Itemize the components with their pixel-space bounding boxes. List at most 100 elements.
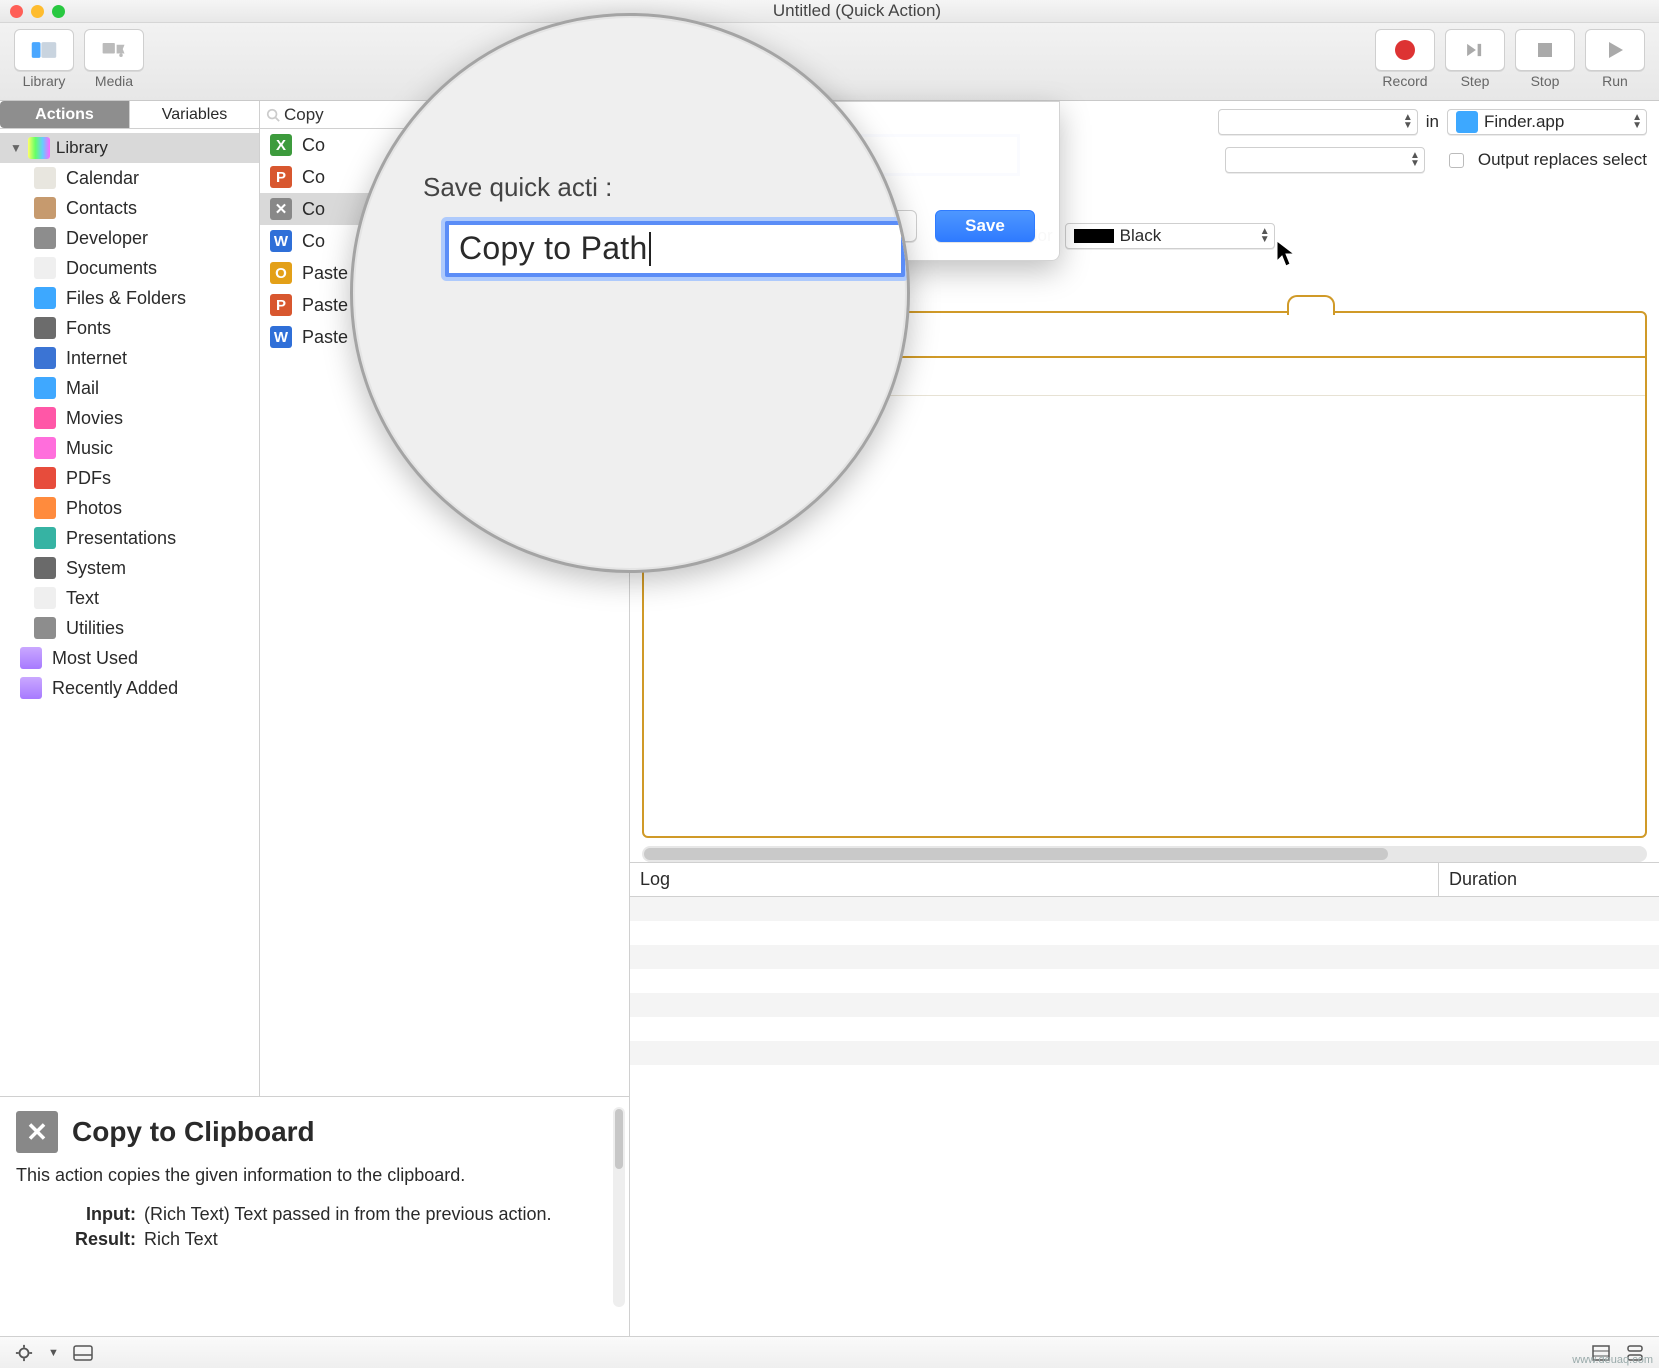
app-letter-icon: ✕ xyxy=(270,198,292,220)
sidebar-item-label: Documents xyxy=(66,258,157,279)
sidebar-item-label: Most Used xyxy=(52,648,138,669)
toolbar-step-button[interactable]: Step xyxy=(1445,29,1505,89)
category-icon xyxy=(34,557,56,579)
sidebar-item[interactable]: Photos xyxy=(0,493,259,523)
log-panel: Log Duration xyxy=(630,862,1659,1065)
folder-icon xyxy=(20,647,42,669)
sidebar-item[interactable]: Contacts xyxy=(0,193,259,223)
in-label: in xyxy=(1426,112,1439,132)
sidebar-item-label: Utilities xyxy=(66,618,124,639)
app-letter-icon: O xyxy=(270,262,292,284)
toolbar-stop-button[interactable]: Stop xyxy=(1515,29,1575,89)
output-replaces-checkbox[interactable] xyxy=(1449,153,1464,168)
mouse-cursor-icon xyxy=(1275,240,1297,273)
info-input-key: Input: xyxy=(16,1204,136,1225)
library-tabs: Actions Variables xyxy=(0,101,259,129)
horizontal-scrollbar[interactable] xyxy=(642,846,1647,862)
sidebar-item[interactable]: System xyxy=(0,553,259,583)
action-label: Co xyxy=(302,167,325,188)
save-name-field[interactable]: Copy to Path xyxy=(445,221,905,277)
traffic-lights xyxy=(10,5,65,18)
category-icon xyxy=(34,287,56,309)
sidebar-item-label: Fonts xyxy=(66,318,111,339)
category-icon xyxy=(34,197,56,219)
sidebar-item[interactable]: Fonts xyxy=(0,313,259,343)
toolbar-record-button[interactable]: Record xyxy=(1375,29,1435,89)
category-icon xyxy=(34,467,56,489)
info-title: Copy to Clipboard xyxy=(72,1116,315,1148)
window-minimize-button[interactable] xyxy=(31,5,44,18)
chevron-down-icon[interactable]: ▼ xyxy=(48,1347,59,1359)
list-view-icon[interactable] xyxy=(1591,1344,1611,1362)
app-letter-icon: W xyxy=(270,326,292,348)
category-icon xyxy=(34,527,56,549)
category-icon xyxy=(34,317,56,339)
tab-variables[interactable]: Variables xyxy=(130,101,259,128)
category-icon xyxy=(34,587,56,609)
chevron-down-icon: ▼ xyxy=(10,141,22,155)
window-zoom-button[interactable] xyxy=(52,5,65,18)
sidebar-item[interactable]: Utilities xyxy=(0,613,259,643)
toolbar-library-button[interactable]: Library xyxy=(14,29,74,89)
info-result-key: Result: xyxy=(16,1229,136,1250)
app-letter-icon: P xyxy=(270,166,292,188)
toolbar-run-button[interactable]: Run xyxy=(1585,29,1645,89)
color-combo[interactable]: Black ▲▼ xyxy=(1065,223,1275,249)
sidebar-item-label: PDFs xyxy=(66,468,111,489)
gear-icon[interactable] xyxy=(14,1344,34,1362)
sidebar-item[interactable]: Calendar xyxy=(0,163,259,193)
category-icon xyxy=(34,167,56,189)
sidebar-item-label: Photos xyxy=(66,498,122,519)
panel-toggle-icon[interactable] xyxy=(73,1344,93,1362)
library-header[interactable]: ▼ Library xyxy=(0,133,259,163)
sidebar-item-label: Developer xyxy=(66,228,148,249)
sidebar-item-label: Calendar xyxy=(66,168,139,189)
sidebar-item[interactable]: Music xyxy=(0,433,259,463)
app-letter-icon: W xyxy=(270,230,292,252)
sidebar-item[interactable]: Presentations xyxy=(0,523,259,553)
window-close-button[interactable] xyxy=(10,5,23,18)
category-icon xyxy=(34,437,56,459)
sidebar-item[interactable]: Text xyxy=(0,583,259,613)
category-icon xyxy=(34,497,56,519)
sidebar-item-label: System xyxy=(66,558,126,579)
sidebar-item[interactable]: Developer xyxy=(0,223,259,253)
log-header[interactable]: Log xyxy=(630,863,1439,896)
sidebar-item[interactable]: Documents xyxy=(0,253,259,283)
action-info-panel: ✕Copy to Clipboard This action copies th… xyxy=(0,1096,630,1336)
duration-header[interactable]: Duration xyxy=(1439,863,1659,896)
vertical-scrollbar[interactable] xyxy=(613,1107,625,1307)
category-icon xyxy=(34,257,56,279)
sidebar-item-label: Files & Folders xyxy=(66,288,186,309)
save-button[interactable]: Save xyxy=(935,210,1035,242)
category-icon xyxy=(34,407,56,429)
sidebar-item-label: Internet xyxy=(66,348,127,369)
save-name-value: Copy to Path xyxy=(459,230,648,267)
toolbar-media-button[interactable]: Media xyxy=(84,29,144,89)
sidebar-item-label: Contacts xyxy=(66,198,137,219)
sidebar-item-label: Movies xyxy=(66,408,123,429)
workflow-input-combo[interactable]: ▲▼ xyxy=(1218,109,1418,135)
library-icon xyxy=(28,137,50,159)
sidebar-item[interactable]: Files & Folders xyxy=(0,283,259,313)
info-result-value: Rich Text xyxy=(144,1229,613,1250)
sidebar-item[interactable]: PDFs xyxy=(0,463,259,493)
status-bar: ▼ xyxy=(0,1336,1659,1368)
workflow-app-combo[interactable]: Finder.app ▲▼ xyxy=(1447,109,1647,135)
search-icon xyxy=(266,108,280,122)
sidebar-item[interactable]: Mail xyxy=(0,373,259,403)
flow-view-icon[interactable] xyxy=(1625,1344,1645,1362)
action-label: Co xyxy=(302,199,325,220)
category-icon xyxy=(34,377,56,399)
sidebar-item[interactable]: Movies xyxy=(0,403,259,433)
category-icon xyxy=(34,617,56,639)
sidebar-item-mostused[interactable]: Most Used xyxy=(0,643,259,673)
finder-icon xyxy=(1456,111,1478,133)
sidebar-item-recentlyadded[interactable]: Recently Added xyxy=(0,673,259,703)
workflow-combo-2[interactable]: ▲▼ xyxy=(1225,147,1425,173)
utilities-icon: ✕ xyxy=(16,1111,58,1153)
color-swatch xyxy=(1074,229,1114,243)
action-label: Co xyxy=(302,231,325,252)
sidebar-item[interactable]: Internet xyxy=(0,343,259,373)
tab-actions[interactable]: Actions xyxy=(0,101,130,128)
